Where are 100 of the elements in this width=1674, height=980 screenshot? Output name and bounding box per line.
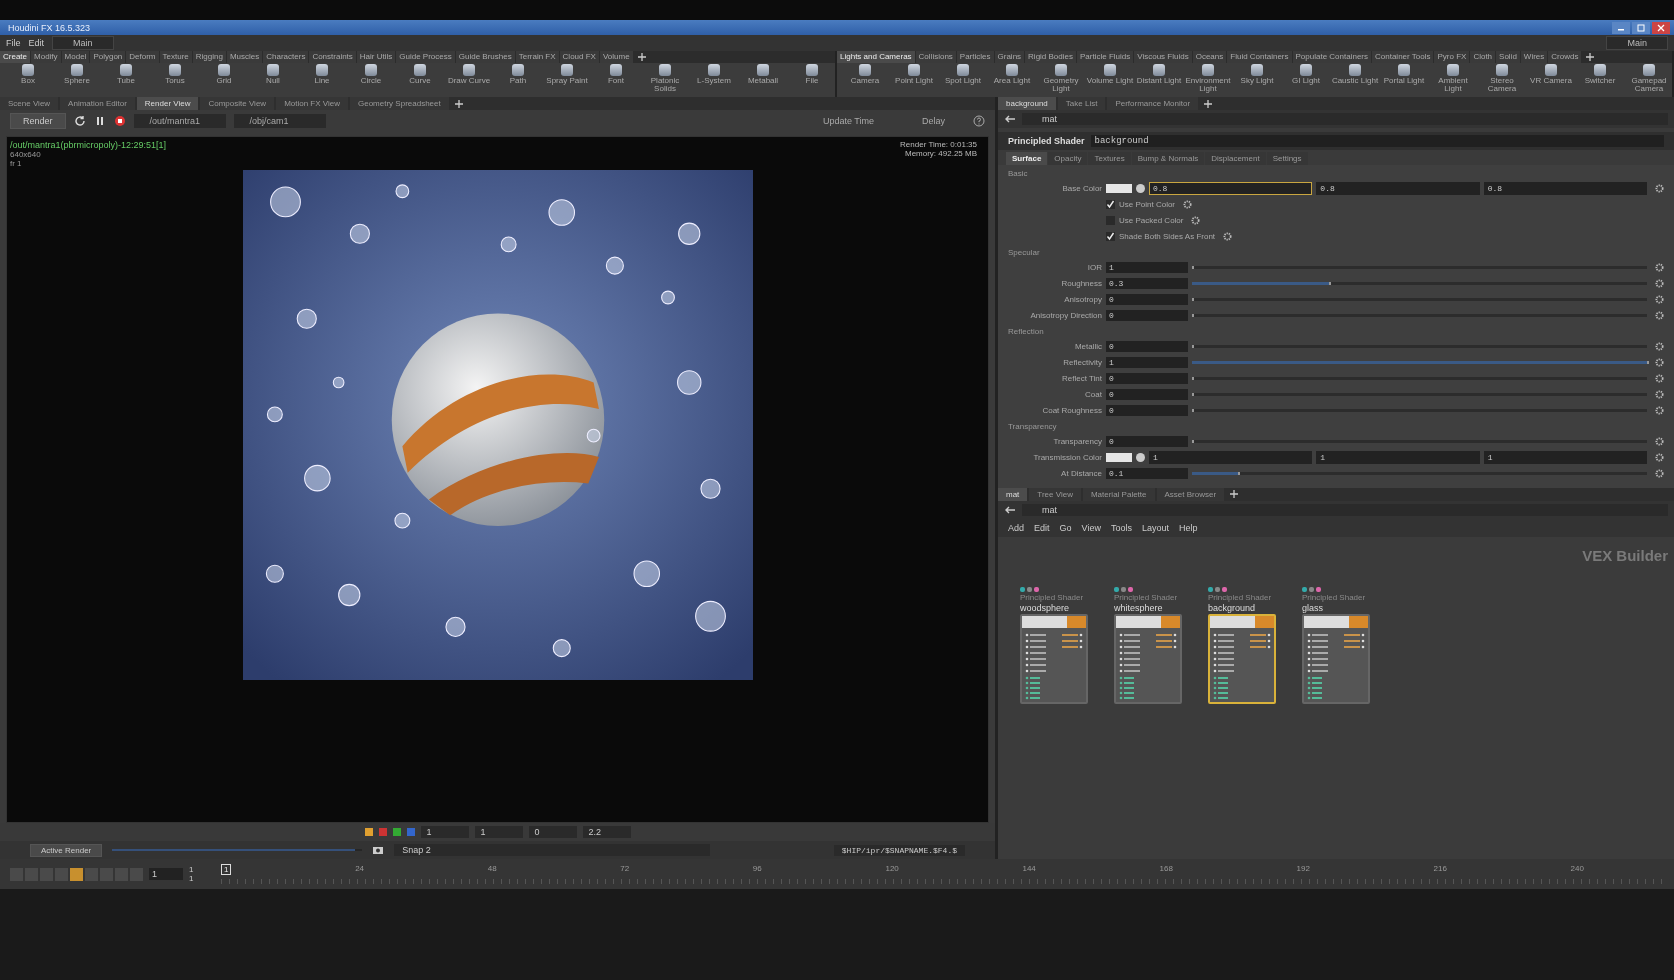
shelf-tab[interactable]: Create xyxy=(0,51,30,63)
current-frame-marker[interactable]: 1 xyxy=(221,864,232,875)
menu-item[interactable]: File xyxy=(6,38,21,48)
value-field[interactable]: 0 xyxy=(1106,309,1188,321)
shelf-tab[interactable]: Particles xyxy=(956,51,994,63)
shelf-tab[interactable]: Particle Fluids xyxy=(1077,51,1134,63)
pane-tab[interactable]: Animation Editor xyxy=(60,97,135,110)
number-field[interactable]: 1 xyxy=(420,826,469,838)
shelf-tab[interactable]: Viscous Fluids xyxy=(1134,51,1192,63)
shelf-tab[interactable]: Volume xyxy=(599,51,633,63)
timeline-ruler[interactable]: 1 24 48 72 96 120 144 168 192 216 240 xyxy=(221,864,1664,884)
color-picker-icon[interactable] xyxy=(1136,452,1145,462)
shelf-tool[interactable]: Box xyxy=(4,64,52,93)
snapshot-field[interactable]: Snap 2 xyxy=(394,844,711,856)
shelf-tool[interactable]: Environment Light xyxy=(1184,64,1232,93)
pane-tab[interactable]: Take List xyxy=(1057,97,1106,110)
value-field[interactable]: 1 xyxy=(1316,450,1480,464)
shelf-tool[interactable]: Portal Light xyxy=(1380,64,1428,93)
shader-node[interactable] xyxy=(1114,613,1182,704)
menu-item[interactable]: Help xyxy=(1178,522,1198,533)
shelf-tool[interactable]: Gamepad Camera xyxy=(1625,64,1673,93)
value-field[interactable]: 0 xyxy=(1106,372,1188,384)
shelf-tool[interactable]: Path xyxy=(494,64,542,93)
update-time-label[interactable]: Update Time xyxy=(802,116,894,126)
value-field[interactable]: 0 xyxy=(1106,404,1188,416)
back-icon[interactable] xyxy=(1004,113,1016,125)
pane-tab[interactable]: Scene View xyxy=(0,97,59,110)
settings-icon[interactable] xyxy=(1223,231,1233,241)
help-icon[interactable] xyxy=(973,115,985,127)
shelf-tab[interactable]: Cloud FX xyxy=(559,51,599,63)
pane-tab[interactable]: Performance Monitor xyxy=(1107,97,1199,110)
color-swatch[interactable] xyxy=(1106,452,1132,462)
shelf-tool[interactable]: Circle xyxy=(347,64,395,93)
parameter-tab[interactable]: Surface xyxy=(1006,152,1048,165)
shelf-tab[interactable]: Texture xyxy=(159,51,192,63)
shelf-tool[interactable]: Point Light xyxy=(890,64,938,93)
shelf-tab[interactable]: Modify xyxy=(31,51,61,63)
shelf-tab[interactable]: Populate Containers xyxy=(1292,51,1371,63)
shelf-tool[interactable]: Null xyxy=(249,64,297,93)
shelf-tab[interactable]: Fluid Containers xyxy=(1227,51,1292,63)
shelf-tab[interactable]: Muscles xyxy=(226,51,263,63)
shelf-tool[interactable]: Metaball xyxy=(739,64,787,93)
close-icon[interactable] xyxy=(1652,21,1670,34)
parameter-tab[interactable]: Bump & Normals xyxy=(1131,152,1205,165)
value-field[interactable]: 1 xyxy=(1106,356,1188,368)
shelf-tab[interactable]: Rigging xyxy=(192,51,226,63)
value-field[interactable]: 0 xyxy=(1106,340,1188,352)
shelf-tab[interactable]: Grains xyxy=(994,51,1025,63)
shelf-tab[interactable]: Guide Process xyxy=(396,51,455,63)
add-tab-icon[interactable] xyxy=(1586,53,1595,61)
shelf-tool[interactable]: Camera xyxy=(841,64,889,93)
shelf-tab[interactable]: Pyro FX xyxy=(1434,51,1470,63)
value-field[interactable]: 0.3 xyxy=(1106,277,1188,289)
node-flags-icon[interactable] xyxy=(1302,586,1321,592)
shelf-tool[interactable]: Spot Light xyxy=(939,64,987,93)
shelf-tool[interactable]: Curve xyxy=(396,64,444,93)
number-field[interactable]: 1 xyxy=(474,826,523,838)
output-field[interactable]: /out/mantra1 xyxy=(133,114,226,128)
shelf-tab[interactable]: Lights and Cameras xyxy=(837,51,915,63)
pane-tab[interactable]: Composite View xyxy=(200,97,275,110)
pane-tab[interactable]: Geometry Spreadsheet xyxy=(350,97,449,110)
shelf-tab[interactable]: Deform xyxy=(126,51,159,63)
pane-tab[interactable]: Render View xyxy=(136,97,199,110)
parameter-tab[interactable]: Opacity xyxy=(1048,152,1088,165)
parameter-tab[interactable]: Settings xyxy=(1266,152,1308,165)
camera-field[interactable]: /obj/cam1 xyxy=(233,114,326,128)
add-tab-icon[interactable] xyxy=(1230,490,1239,498)
value-field[interactable]: 0 xyxy=(1106,293,1188,305)
checkbox[interactable] xyxy=(1106,199,1115,209)
refresh-icon[interactable] xyxy=(73,115,86,127)
value-field[interactable]: 0.8 xyxy=(1483,181,1647,195)
add-tab-icon[interactable] xyxy=(1204,99,1213,108)
menu-item[interactable]: Layout xyxy=(1141,522,1169,533)
node-flags-icon[interactable] xyxy=(1208,586,1227,592)
shader-node[interactable] xyxy=(1208,613,1276,704)
add-tab-icon[interactable] xyxy=(454,99,463,108)
shelf-tool[interactable]: Platonic Solids xyxy=(641,64,689,93)
shelf-tab[interactable]: Container Tools xyxy=(1372,51,1434,63)
menu-item[interactable]: Tools xyxy=(1110,522,1132,533)
start-frame-field[interactable]: 1 xyxy=(149,868,183,880)
slider-track[interactable] xyxy=(1192,281,1647,285)
active-render-dropdown[interactable]: Active Render xyxy=(30,843,103,857)
shelf-tab[interactable]: Rigid Bodies xyxy=(1025,51,1076,63)
stop-icon[interactable] xyxy=(113,115,126,127)
parameter-tab[interactable]: Textures xyxy=(1088,152,1131,165)
node-flags-icon[interactable] xyxy=(1114,586,1133,592)
snapshot-path-field[interactable]: $HIP/ipr/$SNAPNAME.$F4.$ xyxy=(833,844,965,856)
checkbox[interactable] xyxy=(1106,231,1115,241)
shelf-tab[interactable]: Oceans xyxy=(1192,51,1227,63)
shelf-tool[interactable]: Ambient Light xyxy=(1429,64,1477,93)
playback-button[interactable] xyxy=(70,867,83,881)
shelf-tool[interactable]: Tube xyxy=(102,64,150,93)
value-field[interactable]: 0 xyxy=(1106,388,1188,400)
shelf-tab[interactable]: Cloth xyxy=(1470,51,1496,63)
shelf-tool[interactable]: Switcher xyxy=(1576,64,1624,93)
node-flags-icon[interactable] xyxy=(1020,586,1039,592)
add-tab-icon[interactable] xyxy=(637,53,646,61)
network-path-field[interactable]: mat xyxy=(1022,503,1668,516)
pane-tab[interactable]: background xyxy=(998,97,1056,110)
parameter-tab[interactable]: Displacement xyxy=(1205,152,1266,165)
